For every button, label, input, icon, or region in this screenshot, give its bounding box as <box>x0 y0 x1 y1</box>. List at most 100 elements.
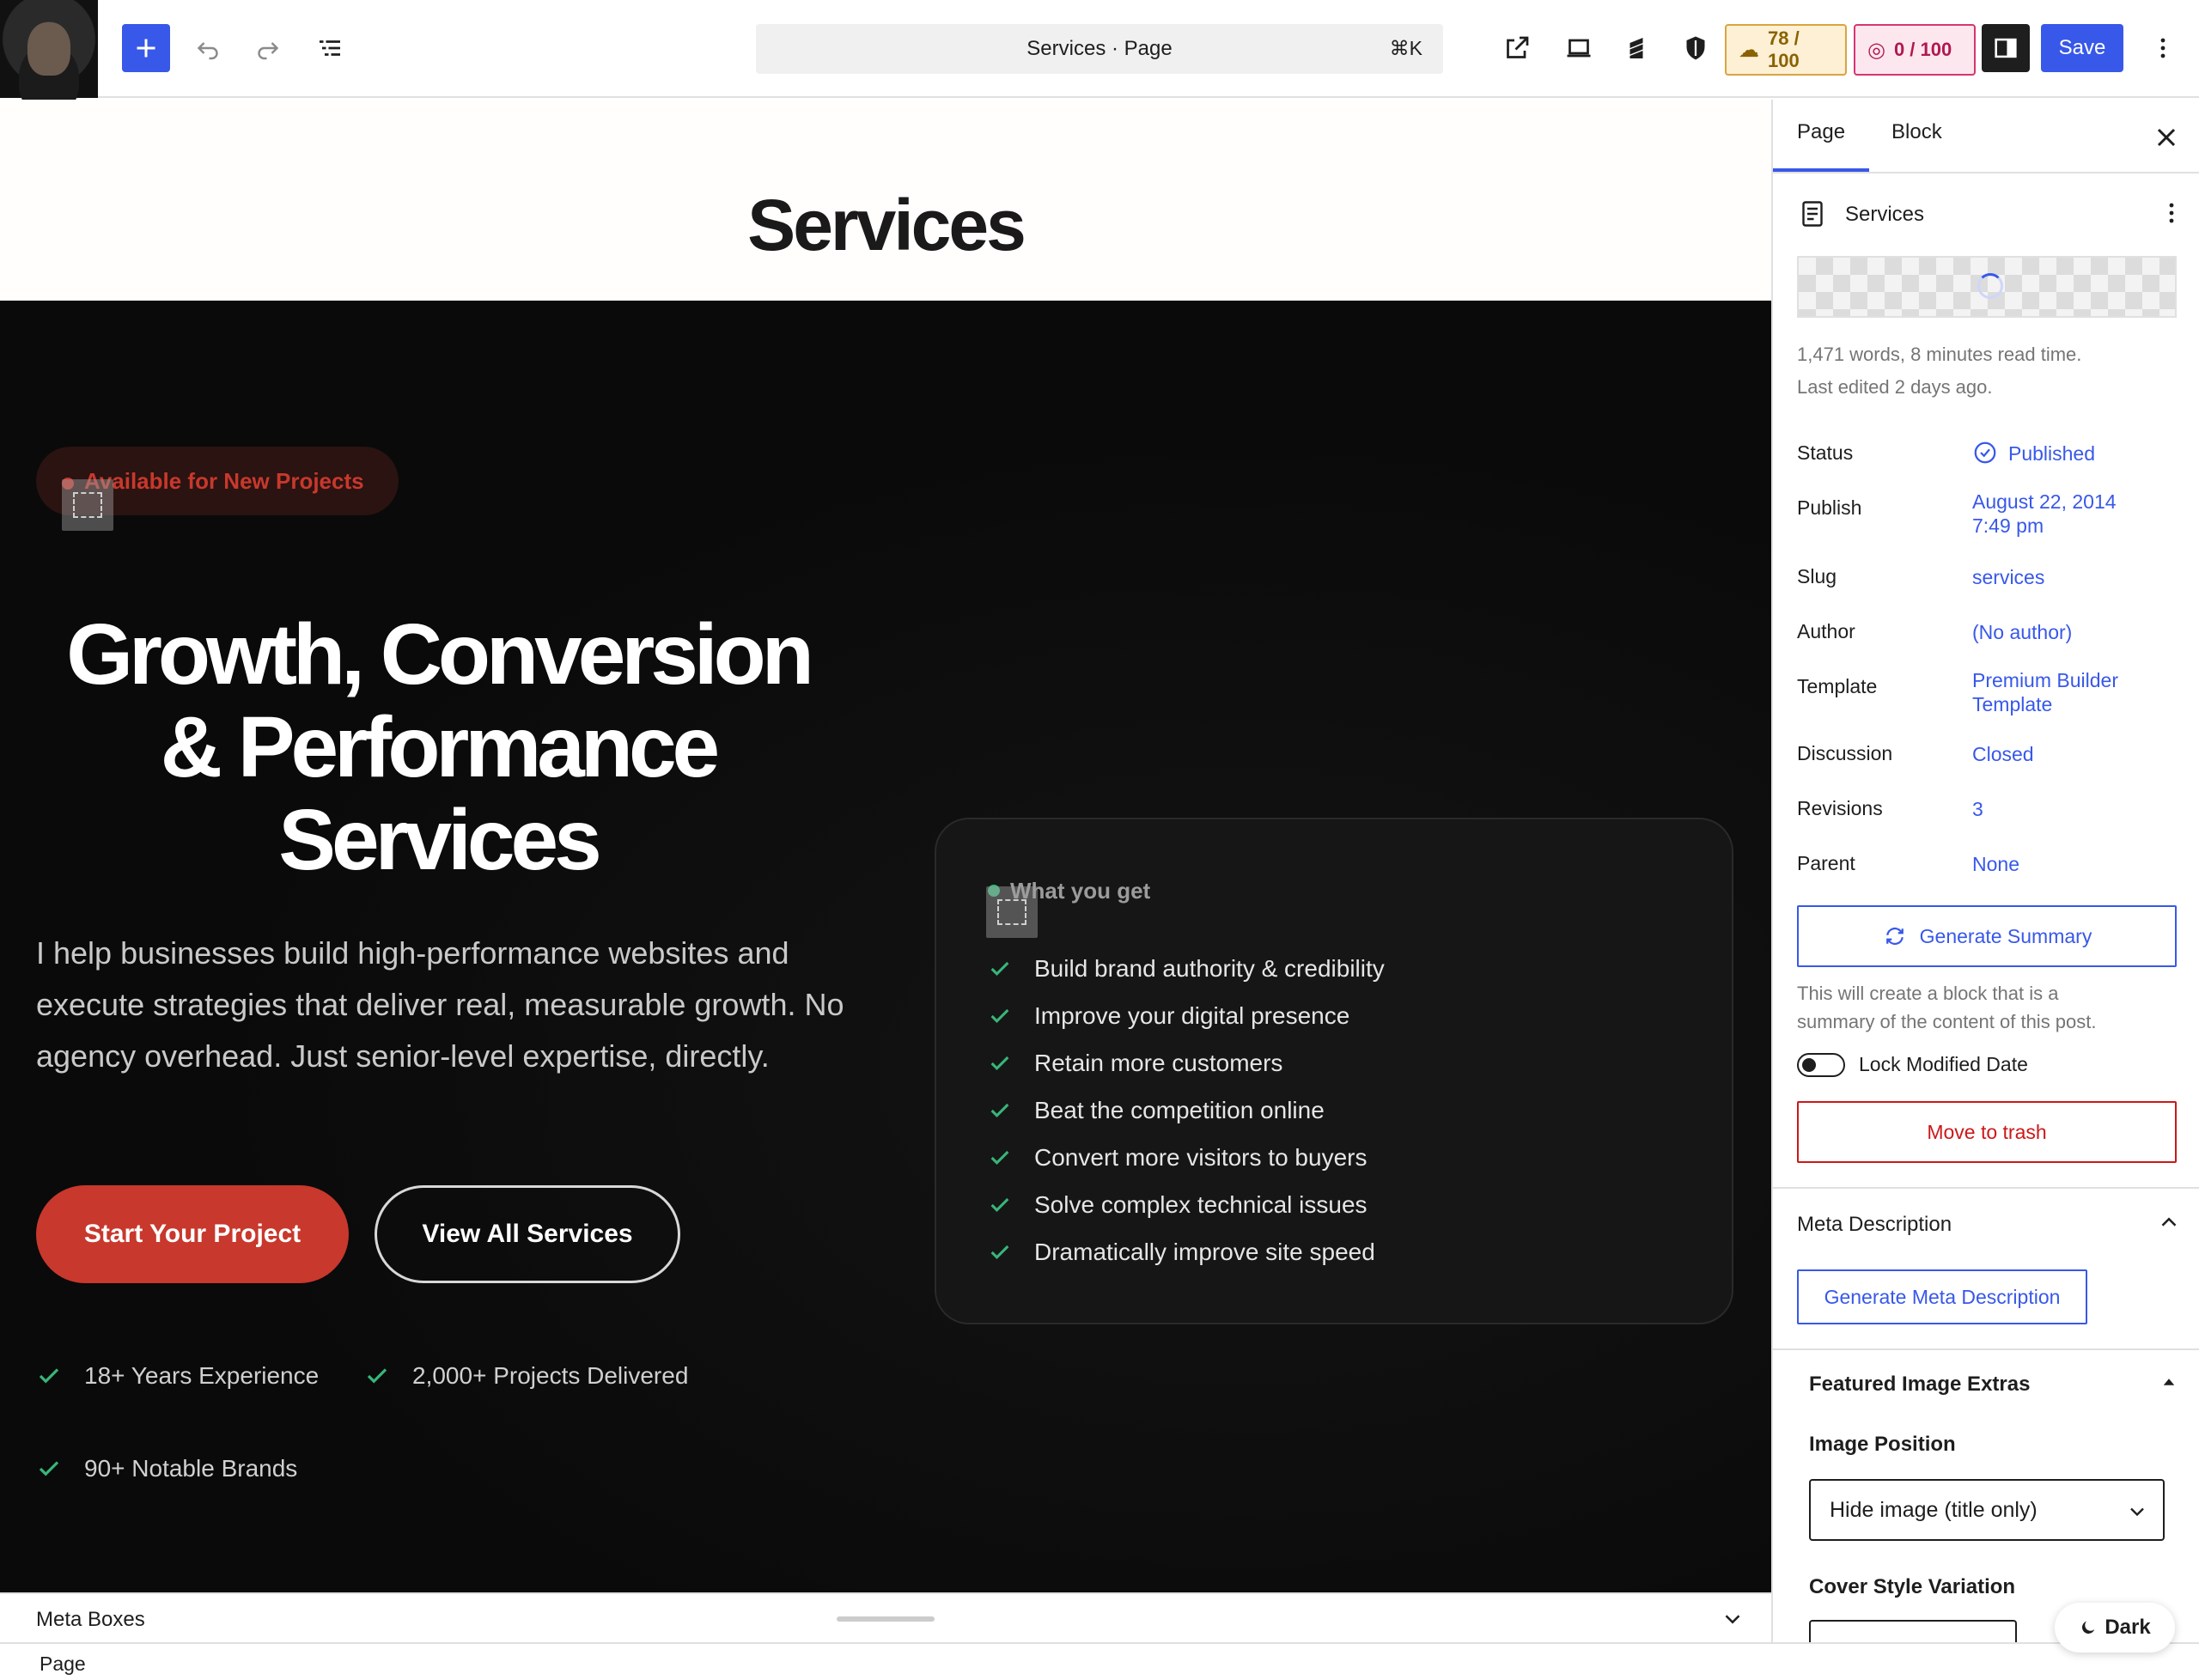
readability-score: 0 / 100 <box>1893 39 1952 60</box>
dark-mode-toggle[interactable]: Dark <box>2055 1603 2175 1653</box>
image-position-label: Image Position <box>1809 1433 1956 1456</box>
chevron-down-icon[interactable] <box>1720 1606 1745 1632</box>
document-overview-button[interactable] <box>306 24 354 72</box>
readability-score-button[interactable]: ◎ 0 / 100 <box>1854 24 1976 76</box>
editor-canvas: Services Available for New Projects Grow… <box>0 100 1771 1594</box>
author-label: Author <box>1797 620 1855 642</box>
breadcrumb-item[interactable]: Page <box>40 1653 86 1676</box>
template-value[interactable]: Premium Builder Template <box>1972 668 2118 716</box>
generate-summary-button[interactable]: Generate Summary <box>1797 905 2177 967</box>
meta-boxes-bar[interactable]: Meta Boxes <box>0 1592 1771 1642</box>
more-vertical-icon[interactable] <box>2156 198 2187 228</box>
stat-item: 2,000+ Projects Delivered <box>364 1362 688 1390</box>
revisions-label: Revisions <box>1797 797 1883 819</box>
command-shortcut: ⌘K <box>1389 37 1422 59</box>
tab-block[interactable]: Block <box>1891 120 1942 144</box>
seo-score: 78 / 100 <box>1768 27 1800 71</box>
benefit-item: Improve your digital presence <box>988 1002 1349 1030</box>
last-edited: Last edited 2 days ago. <box>1797 376 1993 398</box>
block-placeholder-icon[interactable] <box>986 886 1038 938</box>
published-check-icon <box>1974 441 1996 464</box>
security-button[interactable] <box>1672 24 1720 72</box>
benefit-item: Solve complex technical issues <box>988 1191 1368 1219</box>
undo-icon <box>197 42 218 60</box>
parent-value[interactable]: None <box>1972 852 2019 876</box>
word-count: 1,471 words, 8 minutes read time. <box>1797 344 2082 365</box>
settings-sidebar: Page Block Services 1,471 words, 8 minut… <box>1771 100 2199 1642</box>
publish-time-line: 7:49 pm <box>1972 514 2044 537</box>
resize-handle[interactable] <box>837 1616 935 1622</box>
generate-summary-label: Generate Summary <box>1919 924 2092 947</box>
publish-date-line: August 22, 2014 <box>1972 490 2117 513</box>
stat-label: 2,000+ Projects Delivered <box>412 1362 689 1389</box>
meta-boxes-label: Meta Boxes <box>36 1608 145 1631</box>
check-icon <box>39 1368 59 1384</box>
meta-description-title[interactable]: Meta Description <box>1797 1213 1952 1237</box>
summary-help: This will create a block that is a summa… <box>1797 979 2097 1036</box>
lock-modified-label: Lock Modified Date <box>1859 1053 2028 1075</box>
benefit-label: Retain more customers <box>1034 1050 1283 1076</box>
lock-modified-toggle[interactable] <box>1797 1053 1845 1077</box>
page-title[interactable]: Services <box>0 189 1771 261</box>
stat-item: 90+ Notable Brands <box>36 1455 297 1482</box>
view-services-button[interactable]: View All Services <box>375 1185 680 1283</box>
command-palette-bar[interactable]: Services · Page ⌘K <box>756 24 1443 74</box>
headline-line: Growth, Conversion <box>66 606 814 703</box>
benefit-item: Dramatically improve site speed <box>988 1239 1375 1266</box>
check-icon <box>990 1150 1009 1165</box>
device-preview-button[interactable] <box>1555 24 1603 72</box>
block-placeholder-icon[interactable] <box>62 479 113 531</box>
document-title: Services · Page <box>1026 37 1173 60</box>
page-icon <box>1802 201 1823 227</box>
featured-image[interactable] <box>1797 256 2177 318</box>
headline-line: & Performance <box>160 699 720 795</box>
availability-badge-label: Available for New Projects <box>84 467 364 494</box>
author-value[interactable]: (No author) <box>1972 620 2072 644</box>
moon-icon <box>2082 1621 2095 1634</box>
options-button[interactable] <box>2139 24 2187 72</box>
list-view-icon <box>320 40 340 56</box>
editor-toolbar: Services · Page ⌘K ☁ 78 / 100 ◎ 0 / 100 … <box>0 0 2199 98</box>
chevron-up-icon[interactable] <box>2156 1209 2182 1235</box>
publish-label: Publish <box>1797 496 1862 519</box>
featured-image-extras-title[interactable]: Featured Image Extras <box>1809 1373 2030 1397</box>
stat-item: 18+ Years Experience <box>36 1362 319 1390</box>
readability-plugin-icon: ◎ <box>1867 38 1885 62</box>
revisions-value[interactable]: 3 <box>1972 797 1983 821</box>
save-button[interactable]: Save <box>2041 24 2123 72</box>
publish-date[interactable]: August 22, 2014 7:49 pm <box>1972 490 2117 538</box>
slug-value[interactable]: services <box>1972 565 2044 589</box>
status-value[interactable]: Published <box>2008 441 2095 466</box>
check-icon <box>990 961 1009 976</box>
add-block-button[interactable] <box>122 24 170 72</box>
start-project-button[interactable]: Start Your Project <box>36 1185 349 1283</box>
caret-up-icon[interactable] <box>2156 1369 2182 1395</box>
seo-score-button[interactable]: ☁ 78 / 100 <box>1725 24 1847 76</box>
template-line: Premium Builder <box>1972 669 2118 691</box>
undo-button[interactable] <box>184 24 232 72</box>
hero-intro[interactable]: I help businesses build high-performance… <box>36 928 861 1082</box>
cover-style-select[interactable] <box>1809 1620 2017 1642</box>
headline-line: Services <box>278 792 601 888</box>
benefits-card[interactable]: What you get Build brand authority & cre… <box>935 818 1733 1324</box>
generate-meta-description-button[interactable]: Generate Meta Description <box>1797 1269 2087 1324</box>
slug-label: Slug <box>1797 565 1837 587</box>
image-position-select[interactable]: Hide image (title only) <box>1809 1479 2165 1541</box>
benefit-label: Beat the competition online <box>1034 1097 1325 1123</box>
plugin-button[interactable] <box>1615 24 1663 72</box>
site-avatar[interactable] <box>0 0 98 98</box>
settings-sidebar-toggle[interactable] <box>1982 24 2030 72</box>
stat-label: 90+ Notable Brands <box>84 1455 298 1482</box>
check-icon <box>990 1197 1009 1212</box>
view-post-button[interactable] <box>1493 24 1541 72</box>
close-icon[interactable] <box>2151 122 2182 153</box>
tab-page[interactable]: Page <box>1797 120 1845 144</box>
move-to-trash-button[interactable]: Move to trash <box>1797 1101 2177 1163</box>
hero-headline[interactable]: Growth, Conversion & Performance Service… <box>17 608 859 886</box>
redo-button[interactable] <box>244 24 292 72</box>
benefit-item: Beat the competition online <box>988 1097 1325 1124</box>
refresh-icon <box>1885 927 1904 946</box>
discussion-value[interactable]: Closed <box>1972 742 2034 766</box>
seo-plugin-icon: ☁ <box>1739 38 1759 62</box>
template-label: Template <box>1797 675 1878 697</box>
